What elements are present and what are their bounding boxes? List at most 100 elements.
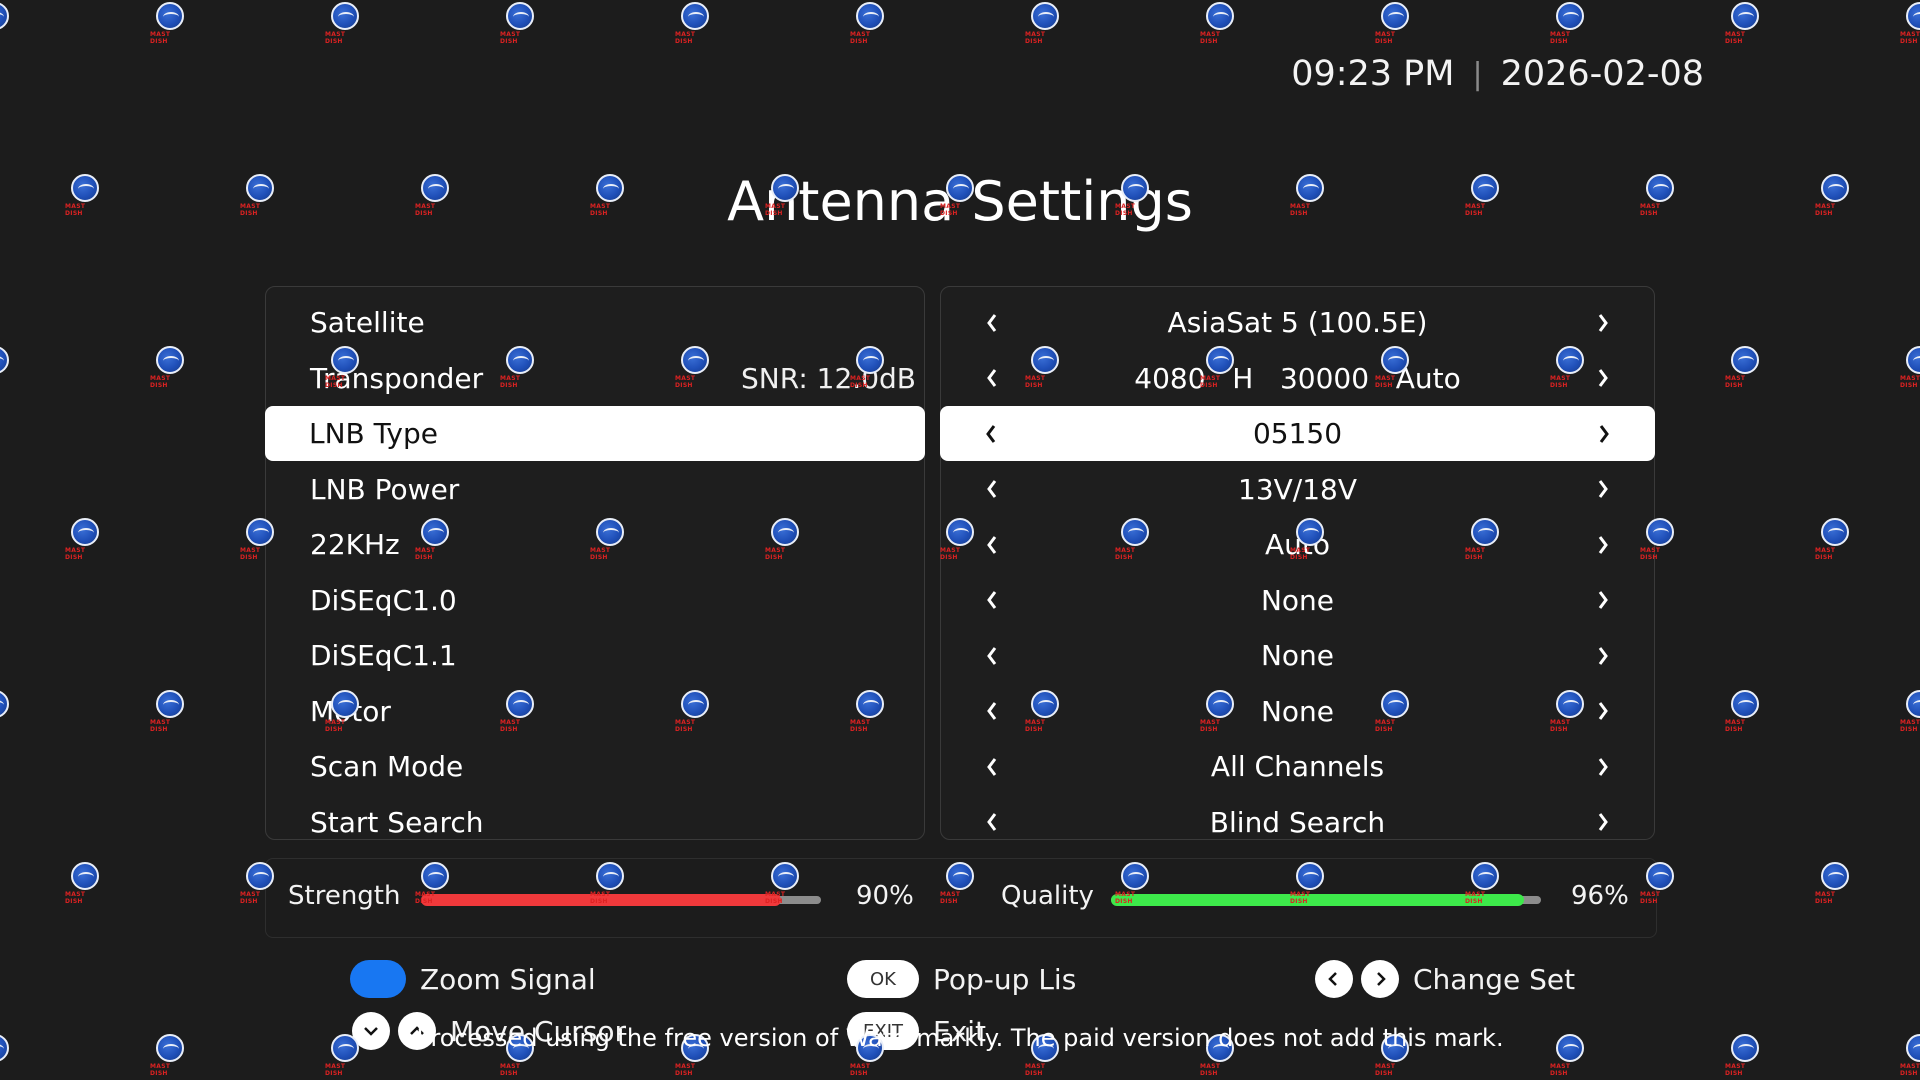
watermark-logo-icon: MAST DISH bbox=[1550, 2, 1590, 48]
clock-separator: | bbox=[1472, 56, 1483, 92]
setting-row-22khz[interactable]: 22KHz bbox=[266, 517, 924, 572]
chevron-left-icon[interactable] bbox=[981, 474, 1003, 504]
setting-value: 05150 bbox=[1252, 417, 1343, 450]
setting-label: DiSEqC1.1 bbox=[310, 639, 457, 672]
setting-value-lnb-power[interactable]: 13V/18V bbox=[941, 462, 1654, 517]
chevron-left-icon[interactable] bbox=[981, 641, 1003, 671]
setting-label: Transponder bbox=[310, 361, 484, 395]
legend-popup-list[interactable]: OK Pop-up Lis bbox=[847, 960, 1076, 998]
watermark-logo-icon: MAST DISH bbox=[675, 2, 715, 48]
legend-change-set-label: Change Set bbox=[1413, 962, 1576, 996]
watermark-logo-icon: MAST DISH bbox=[1725, 346, 1765, 392]
setting-value-scan-mode[interactable]: All Channels bbox=[941, 739, 1654, 794]
setting-label: Start Search bbox=[310, 805, 484, 839]
setting-row-scan-mode[interactable]: Scan Mode bbox=[266, 739, 924, 794]
setting-row-lnb-type[interactable]: LNB Type bbox=[265, 406, 925, 461]
setting-row-satellite[interactable]: Satellite bbox=[266, 295, 924, 350]
watermark-logo-icon: MAST DISH bbox=[1900, 2, 1920, 48]
chevron-right-icon[interactable] bbox=[1593, 419, 1615, 449]
setting-label: 22KHz bbox=[310, 528, 400, 561]
strength-bar-fill bbox=[421, 894, 781, 906]
setting-label: DiSEqC1.0 bbox=[310, 583, 457, 617]
setting-value: Auto bbox=[1264, 528, 1330, 561]
watermark-logo-icon: MAST DISH bbox=[0, 2, 15, 48]
signal-meter-panel: Strength 90% Quality 96% bbox=[265, 858, 1657, 938]
setting-row-start-search[interactable]: Start Search bbox=[266, 795, 924, 850]
setting-value-diseqc1-0[interactable]: None bbox=[941, 573, 1654, 628]
strength-bar bbox=[421, 894, 821, 906]
legend-popup-list-label: Pop-up Lis bbox=[933, 962, 1077, 996]
watermark-logo-icon: MAST DISH bbox=[500, 2, 540, 48]
chevron-left-icon[interactable] bbox=[980, 419, 1002, 449]
snr-readout: SNR: 12.0dB bbox=[741, 361, 916, 395]
watermark-logo-icon: MAST DISH bbox=[150, 690, 190, 736]
setting-value-start-search[interactable]: Blind Search bbox=[941, 795, 1654, 850]
watermark-logo-icon: MAST DISH bbox=[150, 346, 190, 392]
chevron-right-icon[interactable] bbox=[1592, 308, 1614, 338]
legend-zoom-signal-label: Zoom Signal bbox=[420, 962, 596, 996]
setting-value: None bbox=[1260, 583, 1335, 617]
setting-value: Blind Search bbox=[1209, 805, 1386, 839]
chevron-left-icon[interactable] bbox=[981, 696, 1003, 726]
setting-row-motor[interactable]: Motor bbox=[266, 684, 924, 739]
watermark-logo-icon: MAST DISH bbox=[1375, 2, 1415, 48]
settings-value-panel: AsiaSat 5 (100.5E) 4080 H 30000 Auto 05150… bbox=[940, 286, 1655, 840]
chevron-right-icon[interactable] bbox=[1592, 530, 1614, 560]
chevron-left-icon[interactable] bbox=[981, 752, 1003, 782]
setting-label: LNB Power bbox=[310, 472, 460, 506]
watermark-logo-icon: MAST DISH bbox=[1815, 862, 1855, 908]
watermark-logo-icon: MAST DISH bbox=[1900, 346, 1920, 392]
chevron-right-icon bbox=[1361, 960, 1399, 998]
watermark-logo-icon: MAST DISH bbox=[65, 862, 105, 908]
chevron-right-icon[interactable] bbox=[1592, 696, 1614, 726]
legend-zoom-signal[interactable]: Zoom Signal bbox=[350, 960, 596, 998]
setting-label: LNB Type bbox=[309, 417, 438, 450]
watermark-logo-icon: MAST DISH bbox=[1725, 2, 1765, 48]
setting-row-transponder[interactable]: Transponder SNR: 12.0dB bbox=[266, 351, 924, 406]
watermark-logo-icon: MAST DISH bbox=[0, 346, 15, 392]
chevron-right-icon[interactable] bbox=[1592, 363, 1614, 393]
setting-value: 4080 H 30000 Auto bbox=[1134, 361, 1461, 395]
chevron-right-icon[interactable] bbox=[1592, 752, 1614, 782]
watermark-logo-icon: MAST DISH bbox=[1725, 690, 1765, 736]
setting-row-diseqc1-1[interactable]: DiSEqC1.1 bbox=[266, 628, 924, 683]
clock: 09:23 PM | 2026-02-08 bbox=[1291, 54, 1704, 94]
blue-key-icon bbox=[350, 960, 406, 998]
watermark-logo-icon: MAST DISH bbox=[0, 690, 15, 736]
clock-time: 09:23 PM bbox=[1291, 54, 1455, 94]
legend-change-set[interactable]: Change Set bbox=[1315, 960, 1575, 998]
chevron-left-icon bbox=[1315, 960, 1353, 998]
setting-label: Motor bbox=[310, 694, 391, 728]
watermark-logo-icon: MAST DISH bbox=[850, 2, 890, 48]
setting-value-transponder[interactable]: 4080 H 30000 Auto bbox=[941, 351, 1654, 406]
setting-value-22khz[interactable]: Auto bbox=[941, 517, 1654, 572]
page-title: Antenna Settings bbox=[727, 170, 1193, 233]
setting-row-diseqc1-0[interactable]: DiSEqC1.0 bbox=[266, 573, 924, 628]
watermark-notice: Processed using the free version of Wate… bbox=[416, 1024, 1504, 1052]
chevron-right-icon[interactable] bbox=[1592, 807, 1614, 837]
chevron-left-icon[interactable] bbox=[981, 363, 1003, 393]
chevron-left-icon[interactable] bbox=[981, 585, 1003, 615]
settings-label-panel: Satellite Transponder SNR: 12.0dB LNB Type L… bbox=[265, 286, 925, 840]
chevron-left-icon[interactable] bbox=[981, 807, 1003, 837]
setting-value-diseqc1-1[interactable]: None bbox=[941, 628, 1654, 683]
strength-label: Strength bbox=[288, 881, 401, 911]
setting-value-satellite[interactable]: AsiaSat 5 (100.5E) bbox=[941, 295, 1654, 350]
watermark-logo-icon: MAST DISH bbox=[1815, 518, 1855, 564]
chevron-left-icon[interactable] bbox=[981, 308, 1003, 338]
quality-bar-fill bbox=[1111, 894, 1524, 906]
chevron-right-icon[interactable] bbox=[1592, 585, 1614, 615]
chevron-left-icon[interactable] bbox=[981, 530, 1003, 560]
chevron-right-icon[interactable] bbox=[1592, 641, 1614, 671]
antenna-settings-screen: 09:23 PM | 2026-02-08 Antenna Settings S… bbox=[0, 0, 1920, 1080]
setting-value-lnb-type[interactable]: 05150 bbox=[940, 406, 1655, 461]
watermark-logo-icon: MAST DISH bbox=[150, 2, 190, 48]
setting-row-lnb-power[interactable]: LNB Power bbox=[266, 462, 924, 517]
strength-percent: 90% bbox=[856, 881, 914, 911]
chevron-right-icon[interactable] bbox=[1592, 474, 1614, 504]
setting-value-motor[interactable]: None bbox=[941, 684, 1654, 739]
watermark-logo-icon: MAST DISH bbox=[325, 2, 365, 48]
quality-percent: 96% bbox=[1571, 881, 1629, 911]
setting-label: Satellite bbox=[310, 306, 425, 339]
setting-value: 13V/18V bbox=[1238, 472, 1357, 506]
